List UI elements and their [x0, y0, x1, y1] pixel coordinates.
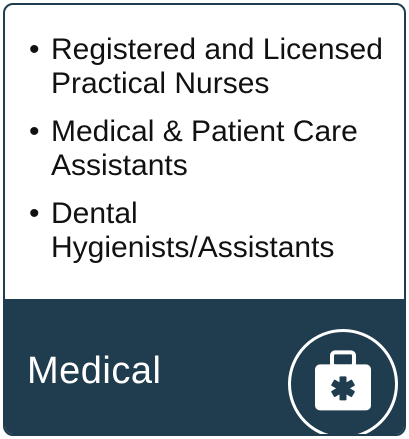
list-item-label: Registered and Licensed Practical Nurses [51, 33, 383, 100]
list-item: • Dental Hygienists/Assistants [29, 197, 392, 265]
list-item: • Registered and Licensed Practical Nurs… [29, 33, 392, 101]
bullet: • [29, 115, 40, 148]
category-title: Medical [27, 350, 162, 392]
medical-kit-icon [288, 329, 398, 434]
bullet: • [29, 197, 40, 230]
list-item-label: Medical & Patient Care Assistants [51, 115, 358, 182]
list-item-label: Dental Hygienists/Assistants [51, 197, 335, 264]
occupation-list: • Registered and Licensed Practical Nurs… [5, 5, 404, 301]
medical-category-card: • Registered and Licensed Practical Nurs… [3, 3, 406, 436]
category-footer: Medical [5, 299, 404, 434]
medical-kit-icon-graphic [315, 350, 371, 411]
bullet: • [29, 33, 40, 66]
list-item: • Medical & Patient Care Assistants [29, 115, 392, 183]
